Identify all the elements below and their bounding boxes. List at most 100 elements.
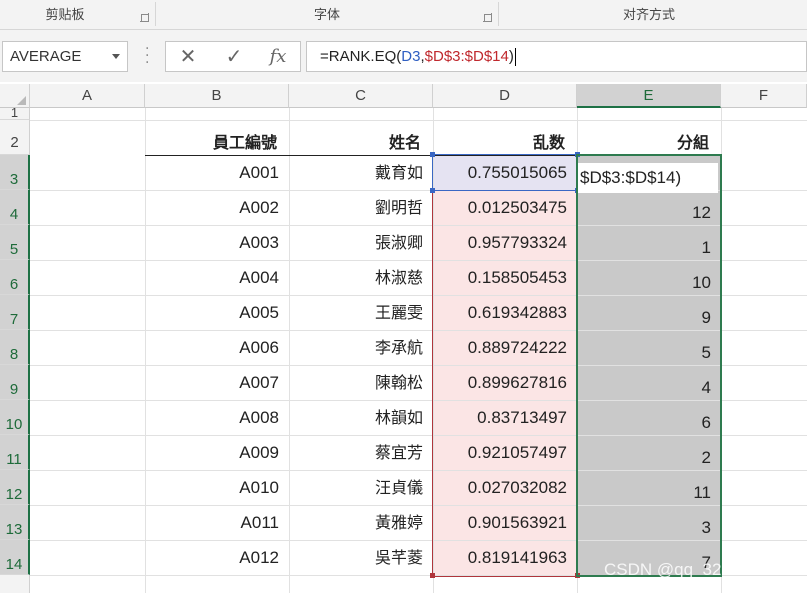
- cell-name[interactable]: 陳翰松: [289, 365, 433, 400]
- cell-name[interactable]: 林淑慈: [289, 260, 433, 295]
- name-box[interactable]: AVERAGE: [2, 41, 128, 72]
- cell-id[interactable]: A012: [145, 540, 289, 575]
- cell-name[interactable]: 李承航: [289, 330, 433, 365]
- cell-name[interactable]: 汪貞儀: [289, 470, 433, 505]
- cell-id[interactable]: A003: [145, 225, 289, 260]
- row-header-10[interactable]: 10: [0, 400, 30, 435]
- column-label: B: [211, 87, 222, 104]
- selection-border: [576, 154, 722, 577]
- range-resize-handle[interactable]: [430, 573, 435, 578]
- cell-name[interactable]: 吳芊菱: [289, 540, 433, 575]
- watermark-text: CSDN @qq_32833675: [604, 560, 779, 579]
- row-label: 5: [9, 241, 19, 258]
- referenced-range-border: [432, 154, 578, 577]
- row-header-8[interactable]: 8: [0, 330, 30, 365]
- row-header-11[interactable]: 11: [0, 435, 30, 470]
- drag-handle-icon[interactable]: · · ·: [145, 42, 151, 70]
- row-label: 3: [9, 171, 19, 188]
- dialog-launcher-icon[interactable]: [483, 13, 492, 22]
- cell-id[interactable]: A001: [145, 155, 289, 190]
- row-header-6[interactable]: 6: [0, 260, 30, 295]
- ribbon-group-label: 对齐方式: [622, 8, 675, 23]
- header-group[interactable]: 分組: [577, 120, 721, 155]
- row-label: 2: [10, 134, 19, 151]
- cell-resize-handle[interactable]: [430, 152, 435, 157]
- cancel-button[interactable]: ✕: [166, 42, 210, 71]
- referenced-cell-border: [432, 154, 578, 191]
- row-header-5[interactable]: 5: [0, 225, 30, 260]
- column-header-a[interactable]: A: [30, 84, 145, 108]
- ribbon-group-font: 字体: [156, 0, 498, 30]
- column-header-e[interactable]: E: [577, 84, 721, 108]
- column-label: E: [643, 87, 654, 104]
- cell-id[interactable]: A004: [145, 260, 289, 295]
- dialog-launcher-icon[interactable]: [140, 13, 149, 22]
- cell-id[interactable]: A002: [145, 190, 289, 225]
- formula-text-suffix: ): [508, 48, 514, 65]
- row-label: 9: [9, 381, 19, 398]
- header-name[interactable]: 姓名: [289, 120, 433, 155]
- cell-name[interactable]: 戴育如: [289, 155, 433, 190]
- formula-text-prefix: =RANK.EQ(: [320, 48, 402, 65]
- cell-id[interactable]: A007: [145, 365, 289, 400]
- row-header-12[interactable]: 12: [0, 470, 30, 505]
- row-label: 6: [9, 276, 19, 293]
- active-cell-text: $D$3:$D$14): [580, 168, 682, 187]
- column-header-f[interactable]: F: [721, 84, 807, 108]
- cell-id[interactable]: A010: [145, 470, 289, 505]
- cell-id[interactable]: A005: [145, 295, 289, 330]
- formula-buttons: ✕ ✓ fx: [165, 41, 301, 72]
- cell-id[interactable]: A008: [145, 400, 289, 435]
- row-label: 14: [5, 556, 23, 573]
- row-header-2[interactable]: 2: [0, 120, 30, 155]
- column-header-d[interactable]: D: [433, 84, 577, 108]
- cell-name[interactable]: 劉明哲: [289, 190, 433, 225]
- row-label: 11: [6, 451, 22, 468]
- row-header-13[interactable]: 13: [0, 505, 30, 540]
- ribbon-group-alignment: 对齐方式: [499, 0, 799, 30]
- cell-name[interactable]: 黃雅婷: [289, 505, 433, 540]
- checkmark-icon: ✓: [225, 44, 243, 68]
- header-employee-id[interactable]: 員工編號: [145, 120, 289, 155]
- formula-ref-d3: D3: [401, 48, 421, 65]
- cell-id[interactable]: A011: [145, 505, 289, 540]
- column-label: C: [355, 87, 366, 104]
- chevron-down-icon[interactable]: [112, 54, 120, 59]
- row-header-15[interactable]: [0, 575, 30, 593]
- row-header-4[interactable]: 4: [0, 190, 30, 225]
- header-random[interactable]: 乱数: [433, 120, 577, 155]
- column-header-c[interactable]: C: [289, 84, 433, 108]
- row-label: 8: [9, 346, 19, 363]
- row-header-7[interactable]: 7: [0, 295, 30, 330]
- row-header-3[interactable]: 3: [0, 155, 30, 190]
- cell-resize-handle[interactable]: [430, 188, 435, 193]
- cell-id[interactable]: A006: [145, 330, 289, 365]
- row-label: 12: [5, 486, 23, 503]
- cell-name[interactable]: 張淑卿: [289, 225, 433, 260]
- ribbon-group-label: 剪贴板: [45, 8, 85, 23]
- enter-button[interactable]: ✓: [212, 42, 256, 71]
- name-box-value: AVERAGE: [10, 48, 82, 65]
- cell-name[interactable]: 蔡宜芳: [289, 435, 433, 470]
- cell-name[interactable]: 林韻如: [289, 400, 433, 435]
- row-label: 4: [9, 206, 19, 223]
- insert-function-button[interactable]: fx: [256, 42, 300, 71]
- cell-id[interactable]: A009: [145, 435, 289, 470]
- row-label: 7: [9, 311, 19, 328]
- column-header-b[interactable]: B: [145, 84, 289, 108]
- row-label: 13: [5, 521, 23, 538]
- ribbon-group-clipboard: 剪贴板: [0, 0, 130, 30]
- row-header-14[interactable]: 14: [0, 540, 30, 575]
- close-icon: ✕: [179, 44, 197, 68]
- row-label: 10: [5, 416, 23, 433]
- row-header-1[interactable]: 1: [0, 106, 30, 120]
- active-cell-editor[interactable]: $D$3:$D$14): [578, 163, 718, 193]
- column-label: F: [758, 87, 769, 104]
- column-label: A: [81, 87, 92, 104]
- select-all-icon: [17, 96, 26, 105]
- row-header-9[interactable]: 9: [0, 365, 30, 400]
- formula-input[interactable]: =RANK.EQ(D3,$D$3:$D$14): [306, 41, 807, 72]
- cell-name[interactable]: 王麗雯: [289, 295, 433, 330]
- ribbon-group-label: 字体: [313, 8, 340, 23]
- text-caret: [514, 48, 516, 67]
